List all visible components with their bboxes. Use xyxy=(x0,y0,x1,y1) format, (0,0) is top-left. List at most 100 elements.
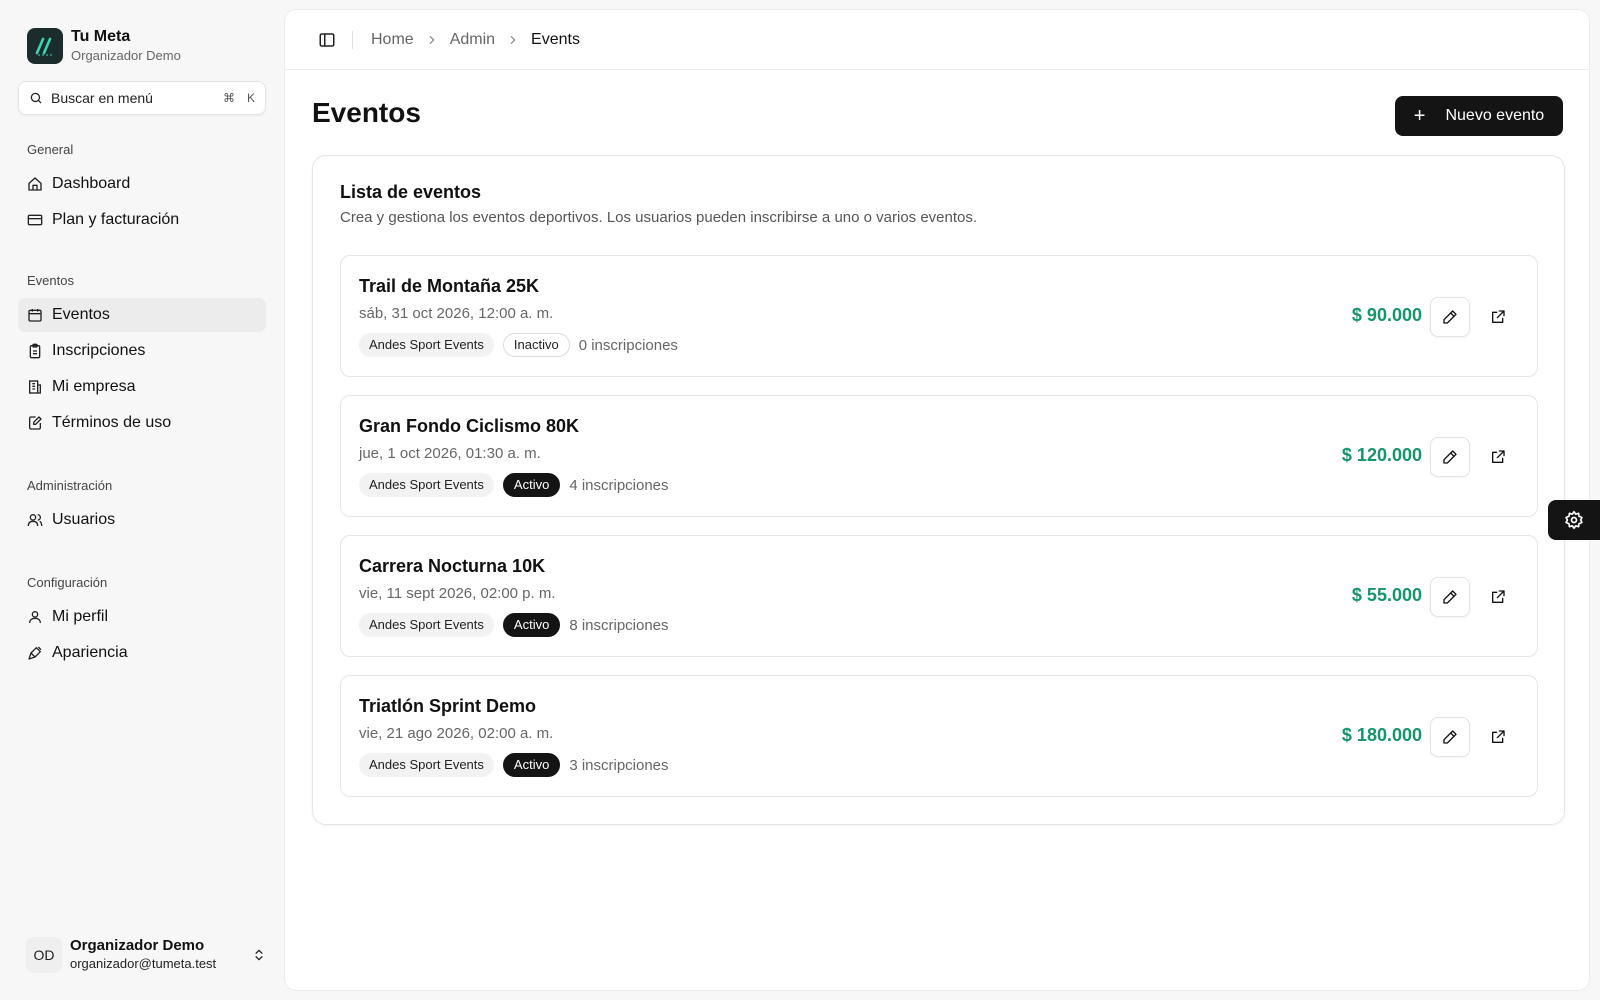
avatar: OD xyxy=(26,936,62,973)
page-title: Eventos xyxy=(312,97,421,128)
open-event-button[interactable] xyxy=(1478,577,1518,617)
sidebar-item-billing[interactable]: Plan y facturación xyxy=(18,203,266,237)
pencil-icon xyxy=(1443,310,1457,324)
organizer-badge: Andes Sport Events xyxy=(359,613,494,637)
topbar: Home Admin Events xyxy=(285,10,1589,70)
new-event-button[interactable]: + Nuevo evento xyxy=(1395,96,1563,136)
event-date: vie, 11 sept 2026, 02:00 p. m. xyxy=(359,585,556,602)
kbd-k: K xyxy=(246,91,255,105)
edit-event-button[interactable] xyxy=(1430,577,1470,617)
event-title: Gran Fondo Ciclismo 80K xyxy=(359,416,580,436)
sidebar-item-label: Dashboard xyxy=(52,175,131,192)
event-row[interactable]: Trail de Montaña 25K sáb, 31 oct 2026, 1… xyxy=(340,255,1538,377)
edit-event-button[interactable] xyxy=(1430,437,1470,477)
sidebar-item-registrations[interactable]: Inscripciones xyxy=(18,334,266,368)
event-row[interactable]: Carrera Nocturna 10K vie, 11 sept 2026, … xyxy=(340,535,1538,657)
pencil-icon xyxy=(1443,450,1457,464)
open-event-button[interactable] xyxy=(1478,297,1518,337)
file-edit-icon xyxy=(29,416,42,430)
user-email: organizador@tumeta.test xyxy=(70,956,217,971)
brand-name: Tu Meta xyxy=(71,28,131,45)
edit-event-button[interactable] xyxy=(1430,717,1470,757)
nav-group-label: Configuración xyxy=(27,575,108,590)
external-link-icon xyxy=(1492,730,1505,743)
chevrons-up-down-icon xyxy=(255,949,263,960)
sidebar-item-label: Mi perfil xyxy=(52,608,109,625)
sidebar-item-events[interactable]: Eventos xyxy=(18,298,266,332)
topbar-divider xyxy=(352,30,353,49)
nav-group-eventos: Eventos Eventos Inscripciones Mi empresa… xyxy=(18,272,266,442)
organizer-badge: Andes Sport Events xyxy=(359,753,494,777)
gear-icon xyxy=(1565,510,1583,530)
event-price: $ 90.000 xyxy=(1351,305,1422,325)
event-row[interactable]: Gran Fondo Ciclismo 80K jue, 1 oct 2026,… xyxy=(340,395,1538,517)
brand[interactable]: Tu Meta Organizador Demo xyxy=(27,27,181,65)
breadcrumb: Home Admin Events xyxy=(371,31,580,49)
nav-group-label: Eventos xyxy=(27,273,74,288)
sidebar-item-label: Inscripciones xyxy=(52,342,146,359)
sidebar-toggle-icon[interactable] xyxy=(318,31,336,49)
sidebar-item-company[interactable]: Mi empresa xyxy=(18,370,266,404)
event-title: Triatlón Sprint Demo xyxy=(359,696,537,716)
organizer-badge: Andes Sport Events xyxy=(359,333,494,357)
brand-subtitle: Organizador Demo xyxy=(71,48,181,63)
sidebar-item-label: Mi empresa xyxy=(52,378,136,395)
event-date: vie, 21 ago 2026, 02:00 a. m. xyxy=(359,725,554,742)
sidebar-item-terms[interactable]: Términos de uso xyxy=(18,406,266,440)
card-description: Crea y gestiona los eventos deportivos. … xyxy=(340,209,978,226)
event-date: sáb, 31 oct 2026, 12:00 a. m. xyxy=(359,305,554,322)
edit-event-button[interactable] xyxy=(1430,297,1470,337)
status-badge: Activo xyxy=(502,473,561,497)
registrations-count: 3 inscripciones xyxy=(569,756,669,774)
event-title: Trail de Montaña 25K xyxy=(359,276,540,296)
event-price: $ 180.000 xyxy=(1341,725,1422,745)
clipboard-icon xyxy=(29,343,41,359)
user-icon xyxy=(29,611,41,624)
sidebar-item-profile[interactable]: Mi perfil xyxy=(18,600,266,634)
plus-icon: + xyxy=(1413,105,1426,127)
event-title: Carrera Nocturna 10K xyxy=(359,556,546,576)
external-link-icon xyxy=(1492,590,1505,603)
events-card: Lista de eventos Crea y gestiona los eve… xyxy=(312,155,1565,825)
nav-group-config: Configuración Mi perfil Apariencia xyxy=(18,574,266,672)
menu-search-button[interactable]: Buscar en menú ⌘ K xyxy=(18,81,266,115)
breadcrumb-admin[interactable]: Admin xyxy=(450,31,495,49)
sidebar-item-label: Eventos xyxy=(52,306,110,323)
building-icon xyxy=(28,380,41,394)
sidebar-item-label: Plan y facturación xyxy=(52,211,180,228)
sidebar: Tu Meta Organizador Demo Buscar en menú … xyxy=(0,0,284,1000)
sidebar-item-label: Usuarios xyxy=(52,511,116,528)
chevron-right-icon xyxy=(508,35,518,45)
event-row[interactable]: Triatlón Sprint Demo vie, 21 ago 2026, 0… xyxy=(340,675,1538,797)
open-event-button[interactable] xyxy=(1478,717,1518,757)
settings-button[interactable] xyxy=(1548,500,1600,540)
breadcrumb-current: Events xyxy=(531,30,580,48)
registrations-count: 8 inscripciones xyxy=(569,616,669,634)
nav-group-general: General Dashboard Plan y facturación xyxy=(18,141,266,239)
sidebar-item-users[interactable]: Usuarios xyxy=(18,503,266,537)
registrations-count: 0 inscripciones xyxy=(578,336,678,354)
paintbrush-icon xyxy=(28,646,42,660)
status-badge: Activo xyxy=(502,613,561,637)
status-badge: Activo xyxy=(502,753,561,777)
home-icon xyxy=(28,177,42,191)
sidebar-item-dashboard[interactable]: Dashboard xyxy=(18,167,266,201)
kbd-command: ⌘ xyxy=(222,91,235,105)
sidebar-item-label: Términos de uso xyxy=(52,414,172,431)
sidebar-item-appearance[interactable]: Apariencia xyxy=(18,636,266,670)
pencil-icon xyxy=(1443,730,1457,744)
open-event-button[interactable] xyxy=(1478,437,1518,477)
users-icon xyxy=(27,514,43,527)
chevron-right-icon xyxy=(427,35,437,45)
status-badge: Inactivo xyxy=(502,333,570,357)
external-link-icon xyxy=(1492,450,1505,463)
nav-group-label: Administración xyxy=(27,478,113,493)
brand-logo-icon xyxy=(27,28,63,64)
calendar-icon xyxy=(28,309,42,322)
user-name: Organizador Demo xyxy=(70,937,205,954)
user-menu[interactable]: OD Organizador Demo organizador@tumeta.t… xyxy=(26,936,266,973)
breadcrumb-home[interactable]: Home xyxy=(371,31,414,49)
event-price: $ 55.000 xyxy=(1351,585,1422,605)
organizer-badge: Andes Sport Events xyxy=(359,473,494,497)
external-link-icon xyxy=(1492,310,1505,323)
